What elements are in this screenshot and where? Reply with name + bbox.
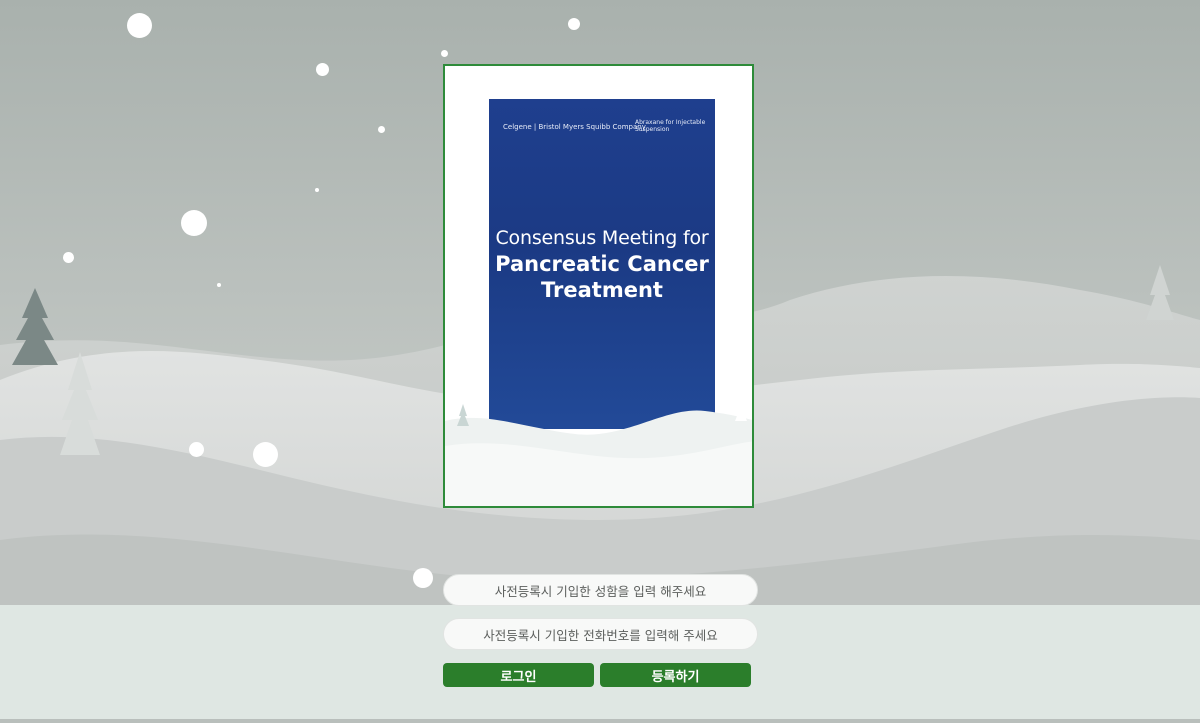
snowflake [413, 568, 433, 588]
event-poster: Celgene | Bristol Myers Squibb Company A… [443, 64, 754, 508]
snowflake [568, 18, 580, 30]
snowflake [127, 13, 152, 38]
snowflake [253, 442, 278, 467]
snowflake [316, 63, 329, 76]
login-button[interactable]: 로그인 [443, 663, 594, 687]
name-input[interactable]: 사전등록시 기입한 성함을 입력 해주세요 [443, 574, 758, 606]
snowflake [441, 50, 448, 57]
snowflake [63, 252, 74, 263]
snowflake [181, 210, 207, 236]
snowflake [315, 188, 319, 192]
register-button[interactable]: 등록하기 [600, 663, 751, 687]
phone-input[interactable]: 사전등록시 기입한 전화번호를 입력해 주세요 [443, 618, 758, 650]
poster-snow-hills [445, 398, 752, 506]
snowflake [378, 126, 385, 133]
snowflake [217, 283, 221, 287]
snowflake [189, 442, 204, 457]
